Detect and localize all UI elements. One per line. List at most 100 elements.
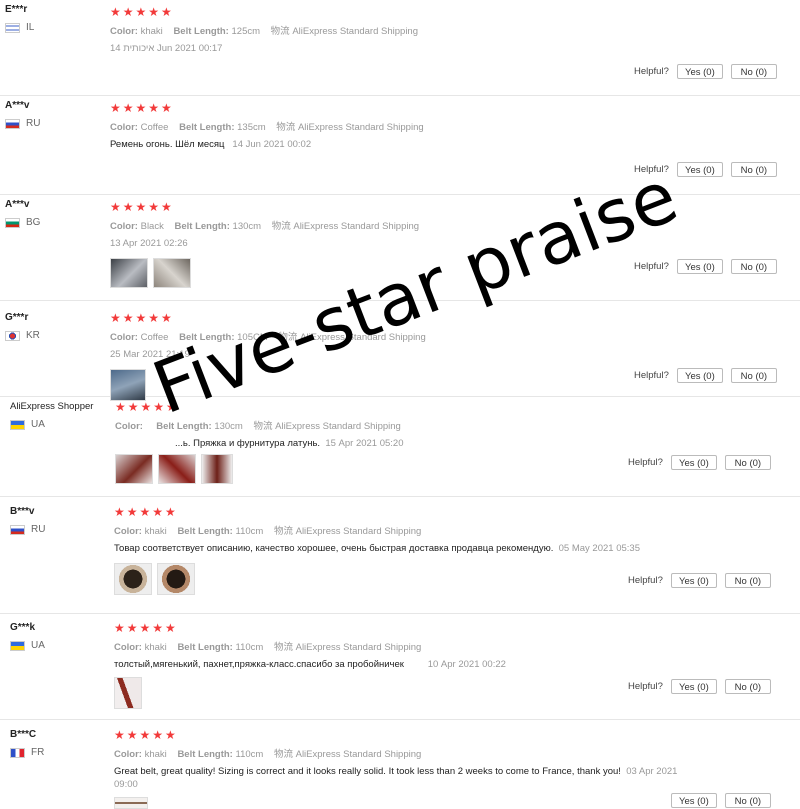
helpful-yes-button[interactable]: Yes (0) — [676, 162, 723, 177]
belt-length-value: 135cm — [237, 122, 266, 133]
belt-length-value: 105CM — [237, 332, 268, 343]
helpful-label: Helpful? — [634, 370, 669, 381]
belt-length-value: 130cm — [232, 221, 262, 232]
color-label: Color: — [110, 332, 138, 343]
helpful-section: Helpful? Yes (0) No (0) — [628, 679, 771, 694]
review-photos — [114, 563, 714, 595]
shipping-label: 物流 — [271, 221, 291, 232]
star-rating: ★★★★★ — [110, 311, 174, 325]
review-item: B***C FR ★★★★★ Color: khaki Belt Length:… — [0, 720, 800, 809]
color-label: Color: — [110, 122, 138, 133]
helpful-yes-button[interactable]: Yes (0) — [670, 793, 717, 808]
shipping-label: 物流 — [270, 26, 290, 37]
belt-length-label: Belt Length: — [174, 221, 230, 232]
review-photo-thumbnail[interactable] — [157, 563, 195, 595]
review-content: 25 Mar 2021 21:19 — [110, 348, 426, 361]
helpful-no-button[interactable]: No (0) — [730, 64, 777, 79]
reviewer-info: B***v RU — [10, 506, 45, 535]
helpful-no-button[interactable]: No (0) — [724, 455, 771, 470]
helpful-no-button[interactable]: No (0) — [730, 368, 777, 383]
review-photos — [110, 258, 419, 288]
color-label: Color: — [110, 221, 138, 232]
review-attributes: Color: Belt Length: 130cm 物流 AliExpress … — [115, 418, 404, 432]
flag-russia-icon — [5, 118, 20, 129]
star-rating: ★★★★★ — [115, 400, 179, 414]
review-body: ★★★★★ Color: khaki Belt Length: 110cm 物流… — [114, 622, 614, 709]
review-item: G***r KR ★★★★★ Color: Coffee Belt Length… — [0, 301, 800, 401]
star-rating: ★★★★★ — [110, 5, 174, 19]
flag-ukraine-icon — [10, 640, 25, 651]
star-rating: ★★★★★ — [114, 621, 178, 635]
shipping-label: 物流 — [253, 421, 273, 432]
reviewer-country: FR — [10, 747, 44, 758]
review-attributes: Color: Coffee Belt Length: 135cm 物流 AliE… — [110, 119, 424, 133]
helpful-label: Helpful? — [634, 164, 669, 175]
star-rating: ★★★★★ — [110, 200, 174, 214]
helpful-yes-button[interactable]: Yes (0) — [676, 368, 723, 383]
review-photo-thumbnail[interactable] — [201, 454, 233, 484]
review-content: Ремень огонь. Шёл месяц 14 Jun 2021 00:0… — [110, 138, 424, 151]
shipping-value: AliExpress Standard Shipping — [292, 26, 418, 37]
color-label: Color: — [110, 26, 138, 37]
review-photo-thumbnail[interactable] — [114, 797, 148, 809]
reviewer-country: IL — [5, 22, 34, 33]
helpful-section: Helpful? Yes (0) No (0) — [634, 64, 777, 79]
helpful-no-button[interactable]: No (0) — [724, 793, 771, 808]
helpful-no-button[interactable]: No (0) — [724, 679, 771, 694]
review-item: B***v RU ★★★★★ Color: khaki Belt Length:… — [0, 497, 800, 614]
review-text: толстый,мягенький, пахнет,пряжка-класс.с… — [114, 659, 404, 670]
color-label: Color: — [114, 526, 142, 537]
helpful-yes-button[interactable]: Yes (0) — [676, 259, 723, 274]
reviewer-name: B***C — [10, 729, 37, 740]
helpful-yes-button[interactable]: Yes (0) — [670, 455, 717, 470]
review-photo-thumbnail[interactable] — [153, 258, 191, 288]
review-content: Товар соответствует описанию, качество х… — [114, 542, 714, 555]
review-attributes: Color: Black Belt Length: 130cm 物流 AliEx… — [110, 218, 419, 232]
reviewer-info: A***v RU — [5, 100, 40, 129]
helpful-label: Helpful? — [634, 261, 669, 272]
star-rating: ★★★★★ — [110, 101, 174, 115]
helpful-section: Helpful? Yes (0) No (0) — [634, 368, 777, 383]
belt-length-value: 110cm — [235, 642, 264, 653]
review-photo-thumbnail[interactable] — [115, 454, 153, 484]
color-label: Color: — [115, 421, 143, 432]
review-photo-thumbnail[interactable] — [110, 258, 148, 288]
helpful-no-button[interactable]: No (0) — [730, 259, 777, 274]
country-code: FR — [31, 747, 45, 758]
helpful-section: Helpful? Yes (0) No (0) — [628, 573, 771, 588]
review-photo-thumbnail[interactable] — [114, 563, 152, 595]
flag-israel-icon — [5, 22, 20, 33]
star-rating: ★★★★★ — [114, 728, 178, 742]
belt-length-label: Belt Length: — [177, 642, 233, 653]
country-code: BG — [26, 217, 41, 228]
review-date: 25 Mar 2021 21:19 — [110, 349, 190, 360]
review-item: A***v RU ★★★★★ Color: Coffee Belt Length… — [0, 96, 800, 195]
review-body: ★★★★★ Color: Black Belt Length: 130cm 物流… — [110, 201, 419, 288]
flag-bulgaria-icon — [5, 217, 20, 228]
reviewer-info: B***C FR — [10, 729, 44, 758]
reviewer-name: B***v — [10, 506, 35, 517]
reviewer-name: G***k — [10, 622, 36, 633]
shipping-label: 物流 — [273, 749, 293, 760]
belt-length-label: Belt Length: — [177, 749, 233, 760]
helpful-yes-button[interactable]: Yes (0) — [670, 573, 717, 588]
review-photos — [115, 454, 404, 484]
review-attributes: Color: khaki Belt Length: 110cm 物流 AliEx… — [114, 639, 614, 653]
helpful-label: Helpful? — [628, 457, 663, 468]
shipping-value: AliExpress Standard Shipping — [295, 749, 422, 760]
review-photo-thumbnail[interactable] — [114, 677, 142, 709]
review-photo-thumbnail[interactable] — [158, 454, 196, 484]
helpful-yes-button[interactable]: Yes (0) — [670, 679, 717, 694]
helpful-label: Helpful? — [634, 66, 669, 77]
review-content: 13 Apr 2021 02:26 — [110, 237, 419, 250]
review-attributes: Color: Coffee Belt Length: 105CM 物流 AliE… — [110, 329, 426, 343]
helpful-no-button[interactable]: No (0) — [730, 162, 777, 177]
color-value: Coffee — [140, 122, 169, 133]
shipping-value: AliExpress Standard Shipping — [293, 221, 420, 232]
reviewer-info: G***r KR — [5, 312, 40, 341]
helpful-no-button[interactable]: No (0) — [724, 573, 771, 588]
review-text: Great belt, great quality! Sizing is cor… — [114, 766, 621, 777]
shipping-label: 物流 — [273, 526, 293, 537]
country-code: RU — [31, 524, 46, 535]
helpful-yes-button[interactable]: Yes (0) — [676, 64, 723, 79]
